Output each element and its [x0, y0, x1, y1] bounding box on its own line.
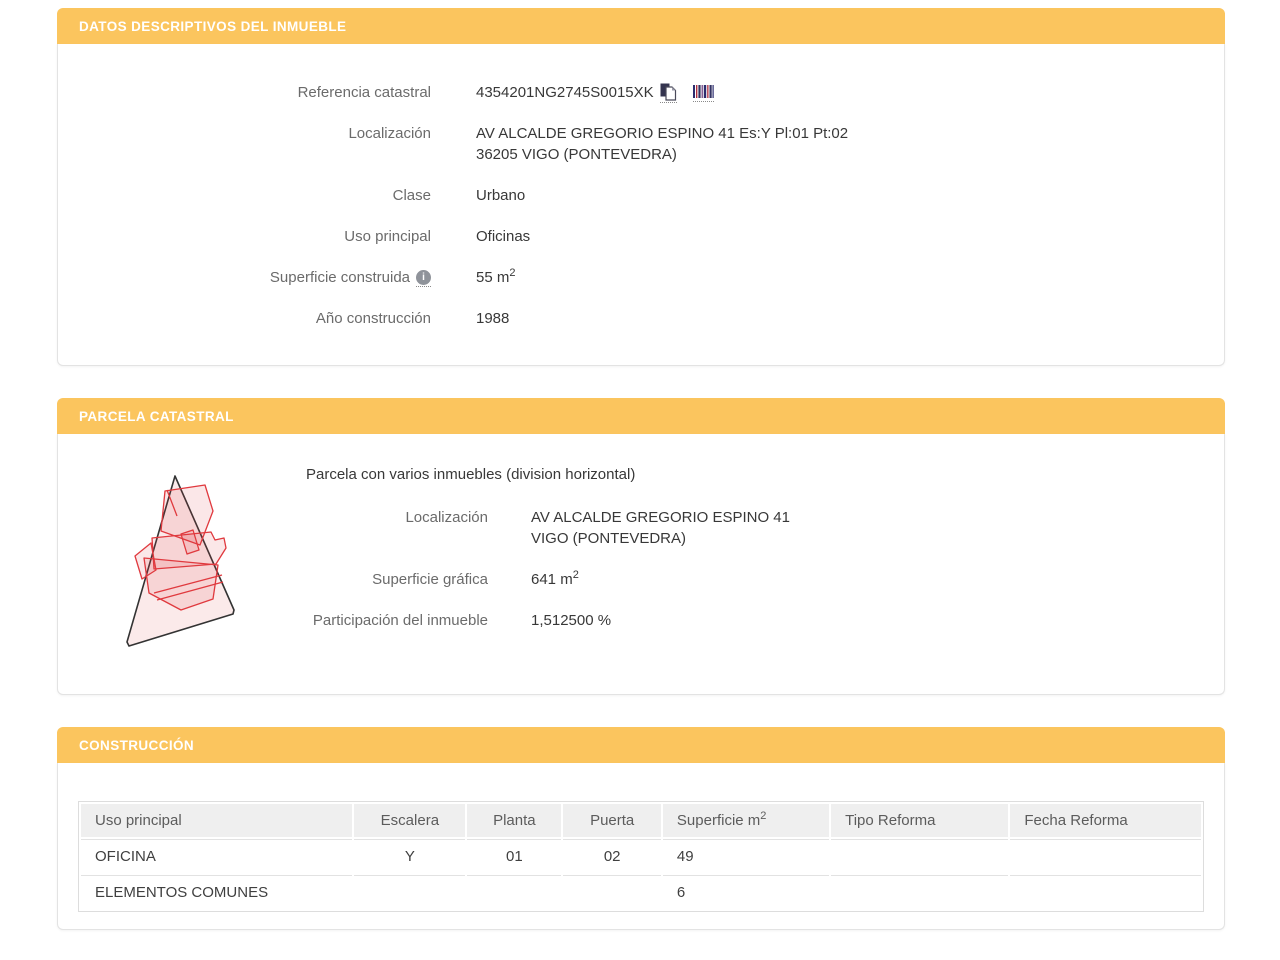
superficie-construida-value: 55 m2 [476, 267, 515, 288]
participacion-label: Participación del inmueble [306, 610, 488, 631]
construccion-table: Uso principalEscaleraPlantaPuertaSuperfi… [78, 801, 1204, 912]
parcela-localizacion-line2: VIGO (PONTEVEDRA) [531, 528, 790, 549]
section-title-construccion: CONSTRUCCIÓN [79, 738, 194, 753]
superficie-grafica-label: Superficie gráfica [306, 569, 488, 590]
uso-principal-label: Uso principal [58, 226, 431, 247]
anio-construccion-value: 1988 [476, 308, 509, 329]
parcela-localizacion-value: AV ALCALDE GREGORIO ESPINO 41 VIGO (PONT… [531, 507, 790, 549]
row-clase: Clase Urbano [58, 185, 1204, 206]
localizacion-line2: 36205 VIGO (PONTEVEDRA) [476, 144, 848, 165]
table-cell [831, 875, 1008, 909]
row-parcela-localizacion: Localización AV ALCALDE GREGORIO ESPINO … [306, 507, 1204, 549]
row-referencia-catastral: Referencia catastral 4354201NG2745S0015X… [58, 82, 1204, 103]
column-header: Puerta [563, 804, 661, 837]
referencia-value: 4354201NG2745S0015XK [476, 84, 654, 101]
anio-construccion-label: Año construcción [58, 308, 431, 329]
table-cell [467, 875, 561, 909]
localizacion-line1: AV ALCALDE GREGORIO ESPINO 41 Es:Y Pl:01… [476, 123, 848, 144]
parcel-map[interactable] [121, 472, 243, 654]
table-cell: 02 [563, 839, 661, 873]
section-header-datos: DATOS DESCRIPTIVOS DEL INMUEBLE [57, 8, 1225, 44]
section-title-datos: DATOS DESCRIPTIVOS DEL INMUEBLE [79, 19, 346, 34]
clase-label: Clase [58, 185, 431, 206]
column-header: Superficie m2 [663, 804, 829, 837]
cadastre-detail-page: DATOS DESCRIPTIVOS DEL INMUEBLE Referenc… [0, 0, 1280, 930]
row-uso-principal: Uso principal Oficinas [58, 226, 1204, 247]
section-title-parcela: PARCELA CATASTRAL [79, 409, 234, 424]
row-localizacion: Localización AV ALCALDE GREGORIO ESPINO … [58, 123, 1204, 165]
table-cell: OFICINA [81, 839, 352, 873]
section-parcela-catastral: PARCELA CATASTRAL [57, 398, 1225, 695]
table-cell [831, 839, 1008, 873]
info-icon[interactable]: i [416, 270, 431, 287]
section-body-construccion: Uso principalEscaleraPlantaPuertaSuperfi… [57, 763, 1225, 930]
column-header: Escalera [354, 804, 465, 837]
parcela-localizacion-line1: AV ALCALDE GREGORIO ESPINO 41 [531, 507, 790, 528]
table-cell [354, 875, 465, 909]
referencia-label: Referencia catastral [58, 82, 431, 103]
localizacion-value: AV ALCALDE GREGORIO ESPINO 41 Es:Y Pl:01… [476, 123, 848, 165]
section-construccion: CONSTRUCCIÓN Uso principalEscaleraPlanta… [57, 727, 1225, 930]
row-anio-construccion: Año construcción 1988 [58, 308, 1204, 329]
column-header: Uso principal [81, 804, 352, 837]
superficie-construida-label: Superficie construidai [58, 267, 431, 288]
section-body-datos: Referencia catastral 4354201NG2745S0015X… [57, 44, 1225, 366]
participacion-value: 1,512500 % [531, 610, 611, 631]
column-header: Fecha Reforma [1010, 804, 1201, 837]
row-superficie-construida: Superficie construidai 55 m2 [58, 267, 1204, 288]
section-header-construccion: CONSTRUCCIÓN [57, 727, 1225, 763]
row-participacion: Participación del inmueble 1,512500 % [306, 610, 1204, 631]
section-datos-descriptivos: DATOS DESCRIPTIVOS DEL INMUEBLE Referenc… [57, 8, 1225, 366]
localizacion-label: Localización [58, 123, 431, 165]
uso-principal-value: Oficinas [476, 226, 530, 247]
table-row: OFICINAY010249 [81, 839, 1201, 873]
parcela-subtitle: Parcela con varios inmuebles (division h… [306, 464, 1204, 485]
table-cell: 6 [663, 875, 829, 909]
table-cell: 01 [467, 839, 561, 873]
parcel-map-container [58, 464, 306, 654]
table-cell [1010, 875, 1201, 909]
parcela-details: Parcela con varios inmuebles (division h… [306, 464, 1204, 654]
table-cell [563, 875, 661, 909]
table-header-row: Uso principalEscaleraPlantaPuertaSuperfi… [81, 804, 1201, 837]
table-cell: 49 [663, 839, 829, 873]
superficie-grafica-value: 641 m2 [531, 569, 579, 590]
row-superficie-grafica: Superficie gráfica 641 m2 [306, 569, 1204, 590]
table-cell [1010, 839, 1201, 873]
section-header-parcela: PARCELA CATASTRAL [57, 398, 1225, 434]
barcode-icon[interactable] [693, 85, 714, 102]
column-header: Planta [467, 804, 561, 837]
section-body-parcela: Parcela con varios inmuebles (division h… [57, 434, 1225, 695]
table-row: ELEMENTOS COMUNES 6 [81, 875, 1201, 909]
referencia-value-group: 4354201NG2745S0015XK [476, 82, 714, 103]
table-cell: Y [354, 839, 465, 873]
clase-value: Urbano [476, 185, 525, 206]
column-header: Tipo Reforma [831, 804, 1008, 837]
copy-icon[interactable] [660, 83, 677, 103]
table-cell: ELEMENTOS COMUNES [81, 875, 352, 909]
parcela-localizacion-label: Localización [306, 507, 488, 549]
